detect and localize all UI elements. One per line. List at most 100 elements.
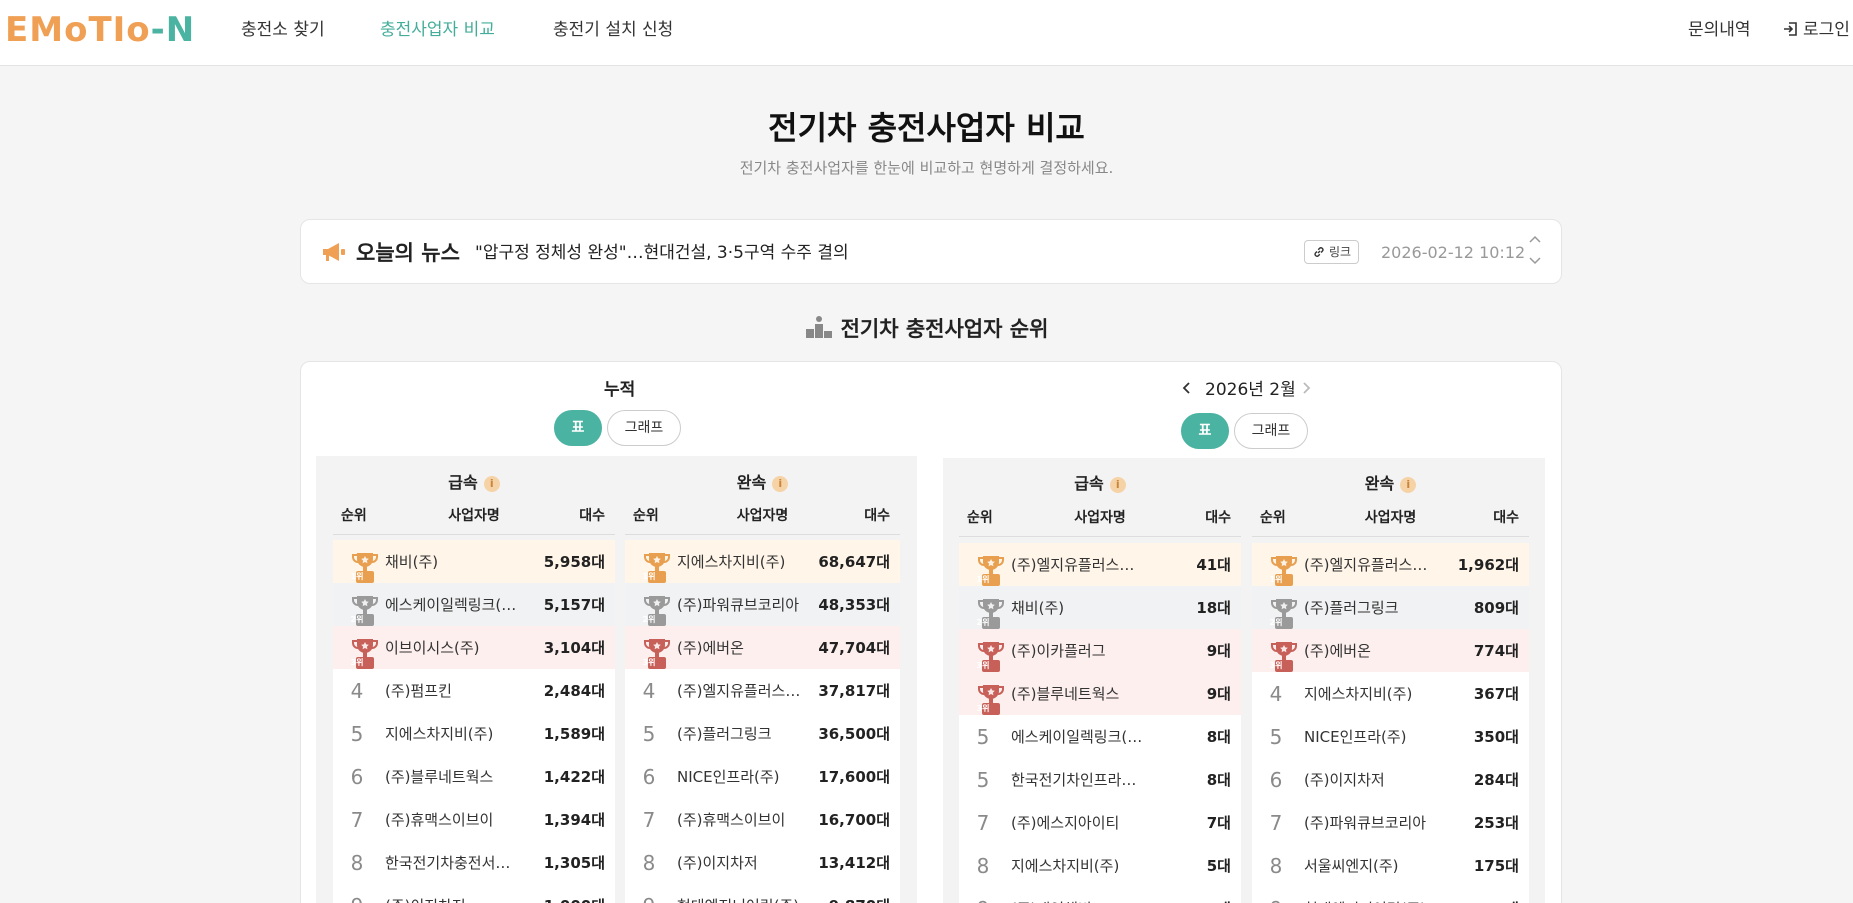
charger-count: 47,704대 — [818, 639, 890, 657]
table-row[interactable]: 9 (주)대영채비 3대 — [959, 887, 1241, 903]
operator-name: (주)휴맥스이브이 — [677, 811, 786, 829]
operator-name: 현대엔지니어링(주) — [677, 895, 799, 903]
rank-number: 5 — [642, 722, 656, 746]
inquiry-link[interactable]: 문의내역 — [1688, 18, 1751, 42]
table-row[interactable]: 1위 (주)엘지유플러스볼트업 41대 — [959, 543, 1241, 586]
table-row[interactable]: 1위 지에스차지비(주) 68,647대 — [625, 540, 900, 583]
table-row[interactable]: 3위 (주)에버온 47,704대 — [625, 626, 900, 669]
table-row[interactable]: 5 에스케이일렉링크(주) 8대 — [959, 715, 1241, 758]
rank-text: 2위 — [976, 618, 990, 627]
table-row[interactable]: 5 NICE인프라(주) 350대 — [1252, 715, 1529, 758]
next-month-icon[interactable] — [1301, 381, 1311, 395]
logo[interactable]: EMoTIo-N — [5, 8, 195, 52]
rank-medal: 2위 — [633, 590, 670, 626]
table-row[interactable]: 4 (주)펌프킨 2,484대 — [333, 669, 615, 712]
charger-count: 253대 — [1473, 814, 1519, 832]
operator-name: 서울씨엔지(주) — [1304, 857, 1399, 875]
info-icon[interactable]: i — [772, 476, 789, 492]
table-row[interactable]: 5 지에스차지비(주) 1,589대 — [333, 712, 615, 755]
operator-name: 에스케이일렉링크(주) — [1011, 728, 1143, 746]
table-row[interactable]: 4 (주)엘지유플러스볼트업 37,817대 — [625, 669, 900, 712]
table-row[interactable]: 1위 채비(주) 5,958대 — [333, 540, 615, 583]
rank-text: 3위 — [350, 658, 364, 667]
prev-month-icon[interactable] — [1182, 381, 1192, 395]
charger-count: 1,000대 — [544, 895, 605, 903]
rank-medal: 2위 — [341, 590, 378, 626]
table-row[interactable]: 6 (주)이지차저 284대 — [1252, 758, 1529, 801]
col-name-header: 사업자명 — [1364, 510, 1417, 526]
operator-name: (주)이지차저 — [385, 895, 466, 903]
rank-text: 3위 — [642, 658, 656, 667]
table-row[interactable]: 7 (주)에스지아이티 7대 — [959, 801, 1241, 844]
monthly-table-toggle[interactable]: 표 — [1181, 413, 1229, 449]
table-row[interactable]: 2위 (주)플러그링크 809대 — [1252, 586, 1529, 629]
rank-number: 5 — [976, 768, 990, 792]
table-row[interactable]: 2위 에스케이일렉링크(주) 5,157대 — [333, 583, 615, 626]
cumulative-fast-table-header: 순위 사업자명 대수 — [333, 497, 615, 535]
table-row[interactable]: 6 NICE인프라(주) 17,600대 — [625, 755, 900, 798]
rank-medal: 1위 — [967, 550, 1004, 586]
info-icon[interactable]: i — [483, 476, 500, 492]
charger-count: 37,817대 — [818, 682, 890, 700]
charger-count: 95대 — [1484, 898, 1519, 903]
table-row[interactable]: 6 (주)블루네트웍스 1,422대 — [333, 755, 615, 798]
charger-count: 809대 — [1473, 599, 1519, 617]
table-row[interactable]: 7 (주)휴맥스이브이 1,394대 — [333, 798, 615, 841]
table-row[interactable]: 8 한국전기차충전서비스(주) 1,305대 — [333, 841, 615, 884]
cumulative-graph-toggle[interactable]: 그래프 — [607, 410, 681, 446]
rank-number: 6 — [1269, 768, 1283, 792]
rank-number: 5 — [976, 725, 990, 749]
operator-name: 에스케이일렉링크(주) — [385, 596, 517, 614]
info-icon[interactable]: i — [1400, 477, 1417, 493]
table-row[interactable]: 3위 (주)이카플러그 9대 — [959, 629, 1241, 672]
news-link-button[interactable]: 링크 — [1304, 240, 1360, 264]
table-row[interactable]: 8 지에스차지비(주) 5대 — [959, 844, 1241, 887]
nav-install-request[interactable]: 충전기 설치 신청 — [553, 18, 673, 42]
table-row[interactable]: 9 (주)이지차저 1,000대 — [333, 884, 615, 903]
charger-count: 2,484대 — [543, 682, 605, 700]
monthly-fast-table-header: 순위 사업자명 대수 — [959, 499, 1241, 537]
table-row[interactable]: 5 한국전기차인프라기술(주) 8대 — [959, 758, 1241, 801]
table-row[interactable]: 3위 (주)블루네트웍스 9대 — [959, 672, 1241, 715]
month-label: 2026년 2월 — [1205, 380, 1296, 400]
table-row[interactable]: 5 (주)플러그링크 36,500대 — [625, 712, 900, 755]
info-icon[interactable]: i — [1109, 477, 1126, 493]
charger-count: 1,422대 — [543, 768, 605, 786]
rank-number: 9 — [633, 891, 665, 903]
operator-name: (주)이카플러그 — [1011, 642, 1106, 660]
charger-count: 16,700대 — [818, 811, 890, 829]
operator-name: 지에스차지비(주) — [677, 553, 786, 571]
chevron-up-icon[interactable] — [1528, 235, 1542, 245]
nav-compare-operators[interactable]: 충전사업자 비교 — [380, 18, 495, 42]
news-date: 2026-02-12 10:12 — [1381, 243, 1526, 262]
charger-count: 48,353대 — [818, 596, 890, 614]
rank-number: 8 — [642, 851, 656, 875]
news-headline[interactable]: "압구정 정체성 완성"…현대건설, 3·5구역 수주 결의 — [475, 241, 849, 265]
table-row[interactable]: 1위 (주)엘지유플러스볼트업 1,962대 — [1252, 543, 1529, 586]
charger-count: 18대 — [1196, 599, 1231, 617]
operator-name: (주)엘지유플러스볼트업 — [677, 682, 802, 700]
nav-find-station[interactable]: 충전소 찾기 — [241, 18, 325, 42]
table-row[interactable]: 7 (주)파워큐브코리아 253대 — [1252, 801, 1529, 844]
table-row[interactable]: 8 서울씨엔지(주) 175대 — [1252, 844, 1529, 887]
table-row[interactable]: 7 (주)휴맥스이브이 16,700대 — [625, 798, 900, 841]
cumulative-table-toggle[interactable]: 표 — [554, 410, 602, 446]
rank-number: 9 — [967, 894, 999, 903]
table-row[interactable]: 3위 (주)에버온 774대 — [1252, 629, 1529, 672]
cumulative-fast-heading: 급속 i — [333, 472, 615, 494]
charger-count: 350대 — [1473, 728, 1519, 746]
table-row[interactable]: 2위 채비(주) 18대 — [959, 586, 1241, 629]
cumulative-fast-heading-label: 급속 — [448, 473, 478, 492]
chevron-down-icon[interactable] — [1528, 255, 1542, 265]
table-row[interactable]: 9 현대엔지니어링(주) 95대 — [1252, 887, 1529, 903]
table-row[interactable]: 4 지에스차지비(주) 367대 — [1252, 672, 1529, 715]
table-row[interactable]: 3위 이브이시스(주) 3,104대 — [333, 626, 615, 669]
operator-name: (주)에스지아이티 — [1011, 814, 1120, 832]
table-row[interactable]: 8 (주)이지차저 13,412대 — [625, 841, 900, 884]
login-link[interactable]: 로그인 — [1783, 18, 1850, 42]
table-row[interactable]: 2위 (주)파워큐브코리아 48,353대 — [625, 583, 900, 626]
table-row[interactable]: 9 현대엔지니어링(주) 9,870대 — [625, 884, 900, 903]
operator-name: (주)대영채비 — [1011, 898, 1092, 903]
monthly-graph-toggle[interactable]: 그래프 — [1234, 413, 1308, 449]
monthly-fast-heading: 급속 i — [959, 473, 1241, 495]
